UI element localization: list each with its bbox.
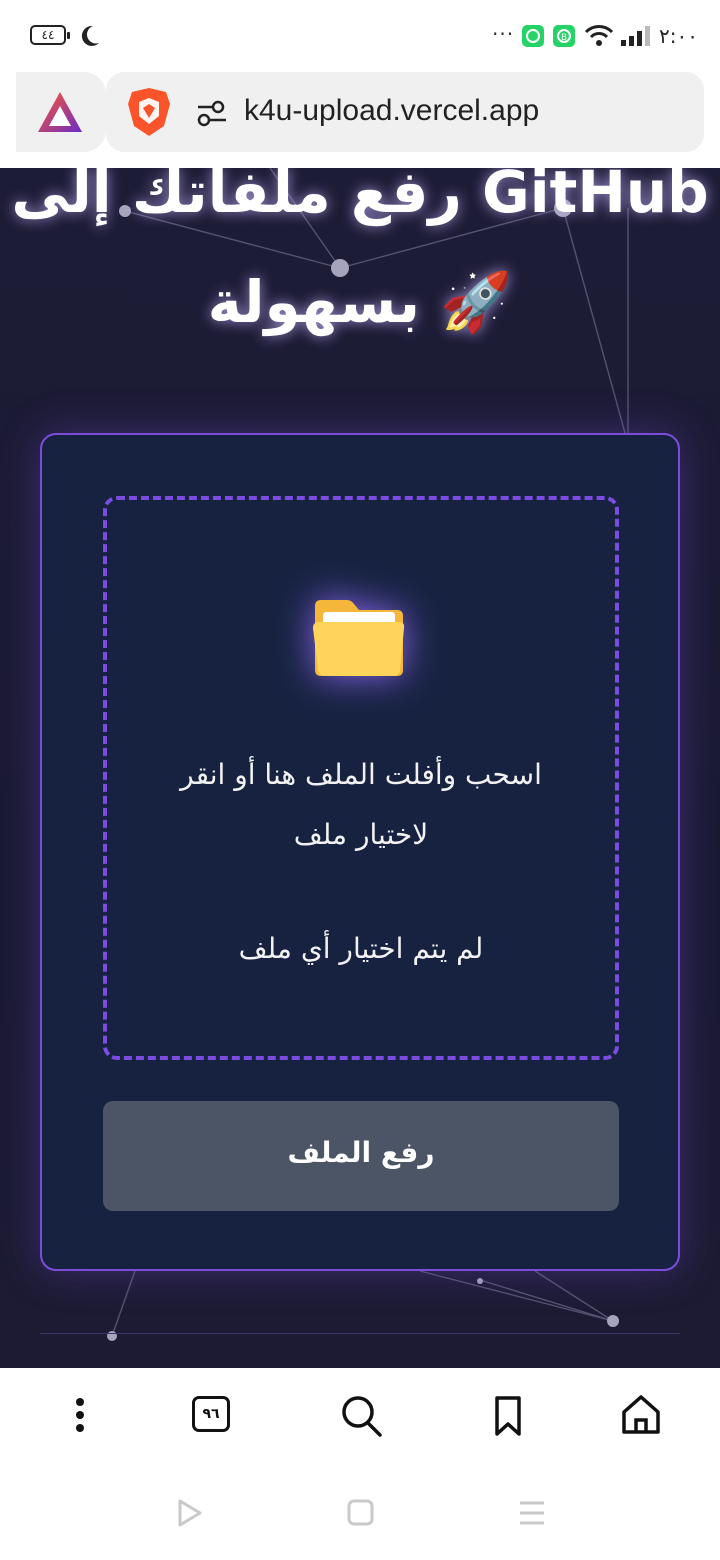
whatsapp-icon [522,25,544,47]
signal-icon [621,26,650,46]
site-settings-icon[interactable] [196,98,228,128]
brave-rewards-button[interactable] [16,72,106,152]
browser-toolbar: k4u-upload.vercel.app [0,70,720,168]
battery-level: ٤٤ [41,28,55,42]
status-bar: ٤٤ ··· B ٢:٠٠ [0,0,720,70]
system-navigation-bar [0,1468,720,1560]
home-icon[interactable] [620,1390,662,1440]
search-icon[interactable] [338,1390,384,1440]
upload-file-button[interactable]: رفع الملف [103,1101,619,1211]
url-text[interactable]: k4u-upload.vercel.app [244,94,539,128]
battery-indicator: ٤٤ [30,25,70,45]
dropzone-instruction-1: اسحب وأفلت الملف هنا أو انقر [180,758,542,791]
folder-icon [313,600,405,676]
whatsapp-business-icon: B [553,25,575,47]
upload-card: اسحب وأفلت الملف هنا أو انقر لاختيار ملف… [40,433,680,1271]
web-page: رفع ملفاتك إلى GitHub بسهولة 🚀 اسحب وأفل… [0,168,720,1368]
tab-switcher-button[interactable]: ٩٦ [192,1396,230,1432]
recents-icon[interactable] [518,1499,546,1527]
svg-text:B: B [561,33,567,43]
brave-rewards-icon [38,92,82,132]
page-title-line-2: بسهولة 🚀 [207,268,513,336]
brave-shield-icon[interactable] [126,86,172,138]
home-nav-icon[interactable] [347,1499,375,1527]
browser-bottom-bar: ٩٦ [0,1368,720,1468]
footer-divider [40,1333,680,1334]
file-status-text: لم يتم اختيار أي ملف [238,932,484,965]
page-title-line-1: رفع ملفاتك إلى GitHub [11,168,709,226]
clock: ٢:٠٠ [659,24,698,48]
back-icon[interactable] [176,1498,204,1528]
file-dropzone[interactable]: اسحب وأفلت الملف هنا أو انقر لاختيار ملف… [103,496,619,1060]
wifi-icon [584,25,614,46]
menu-icon[interactable] [66,1390,94,1440]
notification-overflow: ··· [492,22,515,46]
moon-icon [81,25,99,46]
tab-count: ٩٦ [202,1406,220,1422]
bookmark-icon[interactable] [493,1390,523,1440]
address-bar[interactable]: k4u-upload.vercel.app [106,72,704,152]
dropzone-instruction-2: لاختيار ملف [293,818,429,851]
